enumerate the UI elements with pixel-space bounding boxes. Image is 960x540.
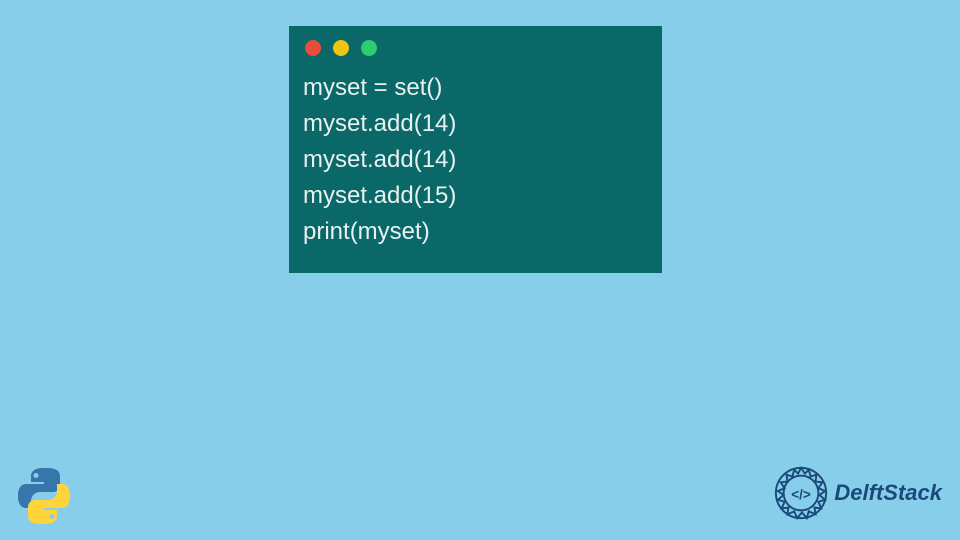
minimize-icon: [333, 40, 349, 56]
delftstack-logo: </> DelftStack: [772, 464, 942, 522]
close-icon: [305, 40, 321, 56]
gear-icon: </>: [772, 464, 830, 522]
code-line: myset.add(14): [303, 106, 648, 142]
maximize-icon: [361, 40, 377, 56]
code-line: myset.add(14): [303, 142, 648, 178]
code-line: print(myset): [303, 214, 648, 250]
code-line: myset.add(15): [303, 178, 648, 214]
brand-text: DelftStack: [834, 480, 942, 506]
code-line: myset = set(): [303, 70, 648, 106]
python-logo-icon: [12, 464, 76, 528]
code-window: myset = set() myset.add(14) myset.add(14…: [289, 26, 662, 273]
svg-text:</>: </>: [792, 487, 812, 502]
window-controls: [303, 40, 648, 56]
